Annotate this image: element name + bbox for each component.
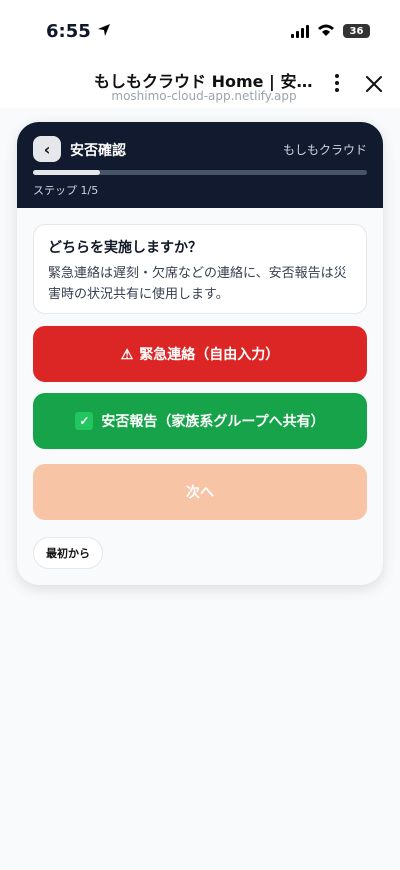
dot-icon: [335, 80, 339, 85]
app-name: もしもクラウド: [282, 143, 367, 157]
wifi-icon: [317, 22, 335, 41]
battery-icon: 36: [343, 24, 370, 38]
safety-report-button[interactable]: ✓ 安否報告（家族系グループへ共有）: [33, 393, 367, 449]
signal-icon: [291, 24, 309, 38]
back-button[interactable]: ‹: [33, 136, 61, 162]
browser-url[interactable]: moshimo-cloud-app.netlify.app: [94, 89, 314, 103]
status-bar: 6:55 36: [0, 0, 400, 62]
card-title: 安否確認: [70, 143, 126, 159]
emergency-button[interactable]: ⚠ 緊急連絡（自由入力）: [33, 326, 367, 382]
status-icons: 36: [291, 22, 370, 41]
step-indicator: ステップ 1/5: [33, 184, 99, 197]
next-button[interactable]: 次へ: [33, 464, 367, 520]
check-icon: ✓: [75, 412, 94, 430]
progress-fill: [33, 170, 100, 175]
card-header: ‹ 安否確認 もしもクラウド ステップ 1/5: [17, 122, 383, 208]
status-time: 6:55: [46, 21, 111, 42]
close-button[interactable]: [362, 72, 386, 96]
restart-button[interactable]: 最初から: [33, 537, 103, 569]
info-title: どちらを実施しますか？: [48, 240, 202, 256]
emergency-label: 緊急連絡（自由入力）: [139, 346, 280, 362]
close-icon: [366, 76, 382, 92]
safety-card: ‹ 安否確認 もしもクラウド ステップ 1/5 どちらを実施しますか？ 緊急連絡…: [17, 122, 383, 585]
location-arrow-icon: [97, 21, 111, 42]
info-box: どちらを実施しますか？ 緊急連絡は遅刻・欠席などの連絡に、安否報告は災害時の状況…: [33, 224, 367, 314]
more-menu-button[interactable]: [330, 72, 344, 94]
info-body: 緊急連絡は遅刻・欠席などの連絡に、安否報告は災害時の状況共有に使用します。: [48, 266, 347, 302]
dot-icon: [335, 73, 339, 78]
dot-icon: [335, 88, 339, 93]
browser-header: もしもクラウド Home | 安否… moshimo-cloud-app.net…: [0, 62, 400, 108]
progress-bar: [33, 170, 367, 175]
warning-icon: ⚠: [120, 345, 134, 362]
safety-label: 安否報告（家族系グループへ共有）: [101, 413, 325, 429]
time-text: 6:55: [46, 20, 91, 42]
